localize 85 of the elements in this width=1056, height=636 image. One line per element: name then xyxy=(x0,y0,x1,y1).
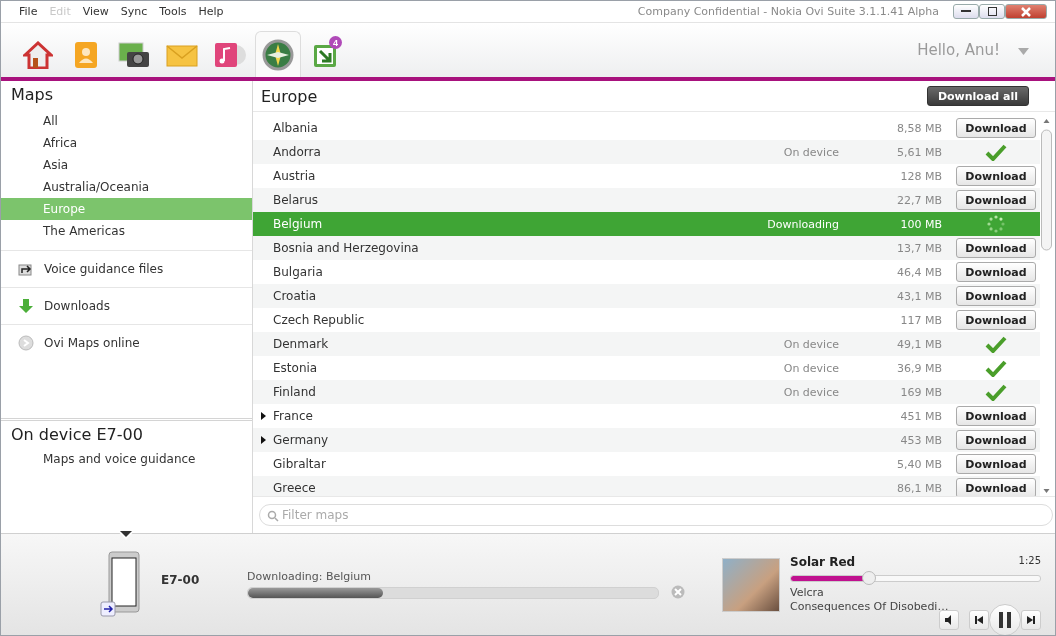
sidebar-link[interactable]: Voice guidance files xyxy=(44,262,164,276)
country-name: Finland xyxy=(273,385,317,399)
country-name: Gibraltar xyxy=(273,457,327,471)
map-size: 100 MB xyxy=(900,217,942,231)
download-button[interactable]: Download xyxy=(956,454,1036,474)
device-name: E7-00 xyxy=(161,572,201,587)
region-item[interactable]: Africa xyxy=(1,132,252,154)
map-row[interactable]: Finland On device 169 MB xyxy=(253,380,1040,404)
map-status: On device xyxy=(783,145,839,159)
download-button[interactable]: Download xyxy=(956,238,1036,258)
country-name: Czech Republic xyxy=(273,313,366,327)
map-status: On device xyxy=(783,385,839,399)
sidebar-title: Maps xyxy=(10,84,55,106)
download-button[interactable]: Download xyxy=(956,310,1036,330)
menu-item[interactable]: Help xyxy=(192,5,230,18)
map-size: 49,1 MB xyxy=(896,337,942,351)
map-status: On device xyxy=(783,361,839,375)
region-item[interactable]: Australia/Oceania xyxy=(1,176,252,198)
content-title: Europe xyxy=(261,86,318,106)
map-status: On device xyxy=(783,337,839,351)
device-title: On device E7-00 xyxy=(10,424,144,446)
sidebar-link[interactable]: Downloads xyxy=(44,299,110,313)
artist-name: Velcra xyxy=(790,586,825,600)
map-size: 8,58 MB xyxy=(896,121,942,135)
download-button[interactable]: Download xyxy=(956,478,1036,496)
region-item[interactable]: All xyxy=(1,110,252,132)
country-name: Albania xyxy=(273,121,319,135)
map-row[interactable]: Germany 453 MB Download xyxy=(253,428,1040,452)
map-row[interactable]: Belarus 22,7 MB Download xyxy=(253,188,1040,212)
country-name: Croatia xyxy=(273,289,318,303)
download-all-button[interactable]: Download all xyxy=(926,86,1029,106)
map-size: 453 MB xyxy=(900,433,942,447)
country-name: Bosnia and Herzegovina xyxy=(273,241,420,255)
country-name: France xyxy=(273,409,314,423)
filter-field[interactable]: Filter maps xyxy=(259,504,1053,526)
map-row[interactable]: Andorra On device 5,61 MB xyxy=(253,140,1040,164)
download-button[interactable]: Download xyxy=(956,166,1036,186)
country-name: Andorra xyxy=(273,145,322,159)
map-size: 22,7 MB xyxy=(896,193,942,207)
map-size: 36,9 MB xyxy=(896,361,942,375)
download-button[interactable]: Download xyxy=(956,406,1036,426)
map-row[interactable]: Bosnia and Herzegovina 13,7 MB Download xyxy=(253,236,1040,260)
country-name: Estonia xyxy=(273,361,319,375)
menu-item[interactable]: Tools xyxy=(153,5,193,18)
country-name: Greece xyxy=(273,481,317,495)
download-button[interactable]: Download xyxy=(956,430,1036,450)
country-name: Denmark xyxy=(273,337,330,351)
country-name: Belarus xyxy=(273,193,320,207)
map-row[interactable]: Croatia 43,1 MB Download xyxy=(253,284,1040,308)
map-size: 43,1 MB xyxy=(896,289,942,303)
region-item[interactable]: The Americas xyxy=(1,220,252,242)
toolbar-tab[interactable]: 4 xyxy=(303,31,349,77)
map-size: 86,1 MB xyxy=(896,481,942,495)
country-name: Germany xyxy=(273,433,330,447)
map-size: 128 MB xyxy=(900,169,942,183)
map-size: 13,7 MB xyxy=(896,241,942,255)
menu-item[interactable]: Sync xyxy=(114,5,154,18)
menu-item[interactable]: File xyxy=(13,5,44,18)
download-button[interactable]: Download xyxy=(956,286,1036,306)
track-time: 1:25 xyxy=(1018,555,1041,568)
map-size: 451 MB xyxy=(900,409,942,423)
map-status: Downloading xyxy=(767,217,839,231)
map-row[interactable]: Greece 86,1 MB Download xyxy=(253,476,1040,496)
country-name: Belgium xyxy=(273,217,324,231)
map-size: 5,61 MB xyxy=(896,145,942,159)
sidebar-link[interactable]: Ovi Maps online xyxy=(44,336,140,350)
country-name: Bulgaria xyxy=(273,265,324,279)
map-size: 169 MB xyxy=(900,385,942,399)
count-badge: 4 xyxy=(329,36,342,49)
greeting-text: Hello, Anu! xyxy=(917,41,1000,59)
device-item[interactable]: Maps and voice guidance xyxy=(1,452,252,466)
map-size: 46,4 MB xyxy=(896,265,942,279)
menu-item[interactable]: View xyxy=(76,5,115,18)
download-button[interactable]: Download xyxy=(956,118,1036,138)
album-name: Consequences Of Disobedi… xyxy=(790,600,950,614)
download-button[interactable]: Download xyxy=(956,190,1036,210)
map-size: 5,40 MB xyxy=(896,457,942,471)
region-item[interactable]: Asia xyxy=(1,154,252,176)
window-title: Company Confidential - Nokia Ovi Suite 3.1.1.41 Alpha xyxy=(637,5,939,18)
download-button[interactable]: Download xyxy=(956,262,1036,282)
download-status: Downloading: Belgium xyxy=(247,570,372,583)
map-row[interactable]: Denmark On device 49,1 MB xyxy=(253,332,1040,356)
country-name: Austria xyxy=(273,169,317,183)
track-title: Solar Red xyxy=(790,555,856,569)
map-size: 117 MB xyxy=(900,313,942,327)
